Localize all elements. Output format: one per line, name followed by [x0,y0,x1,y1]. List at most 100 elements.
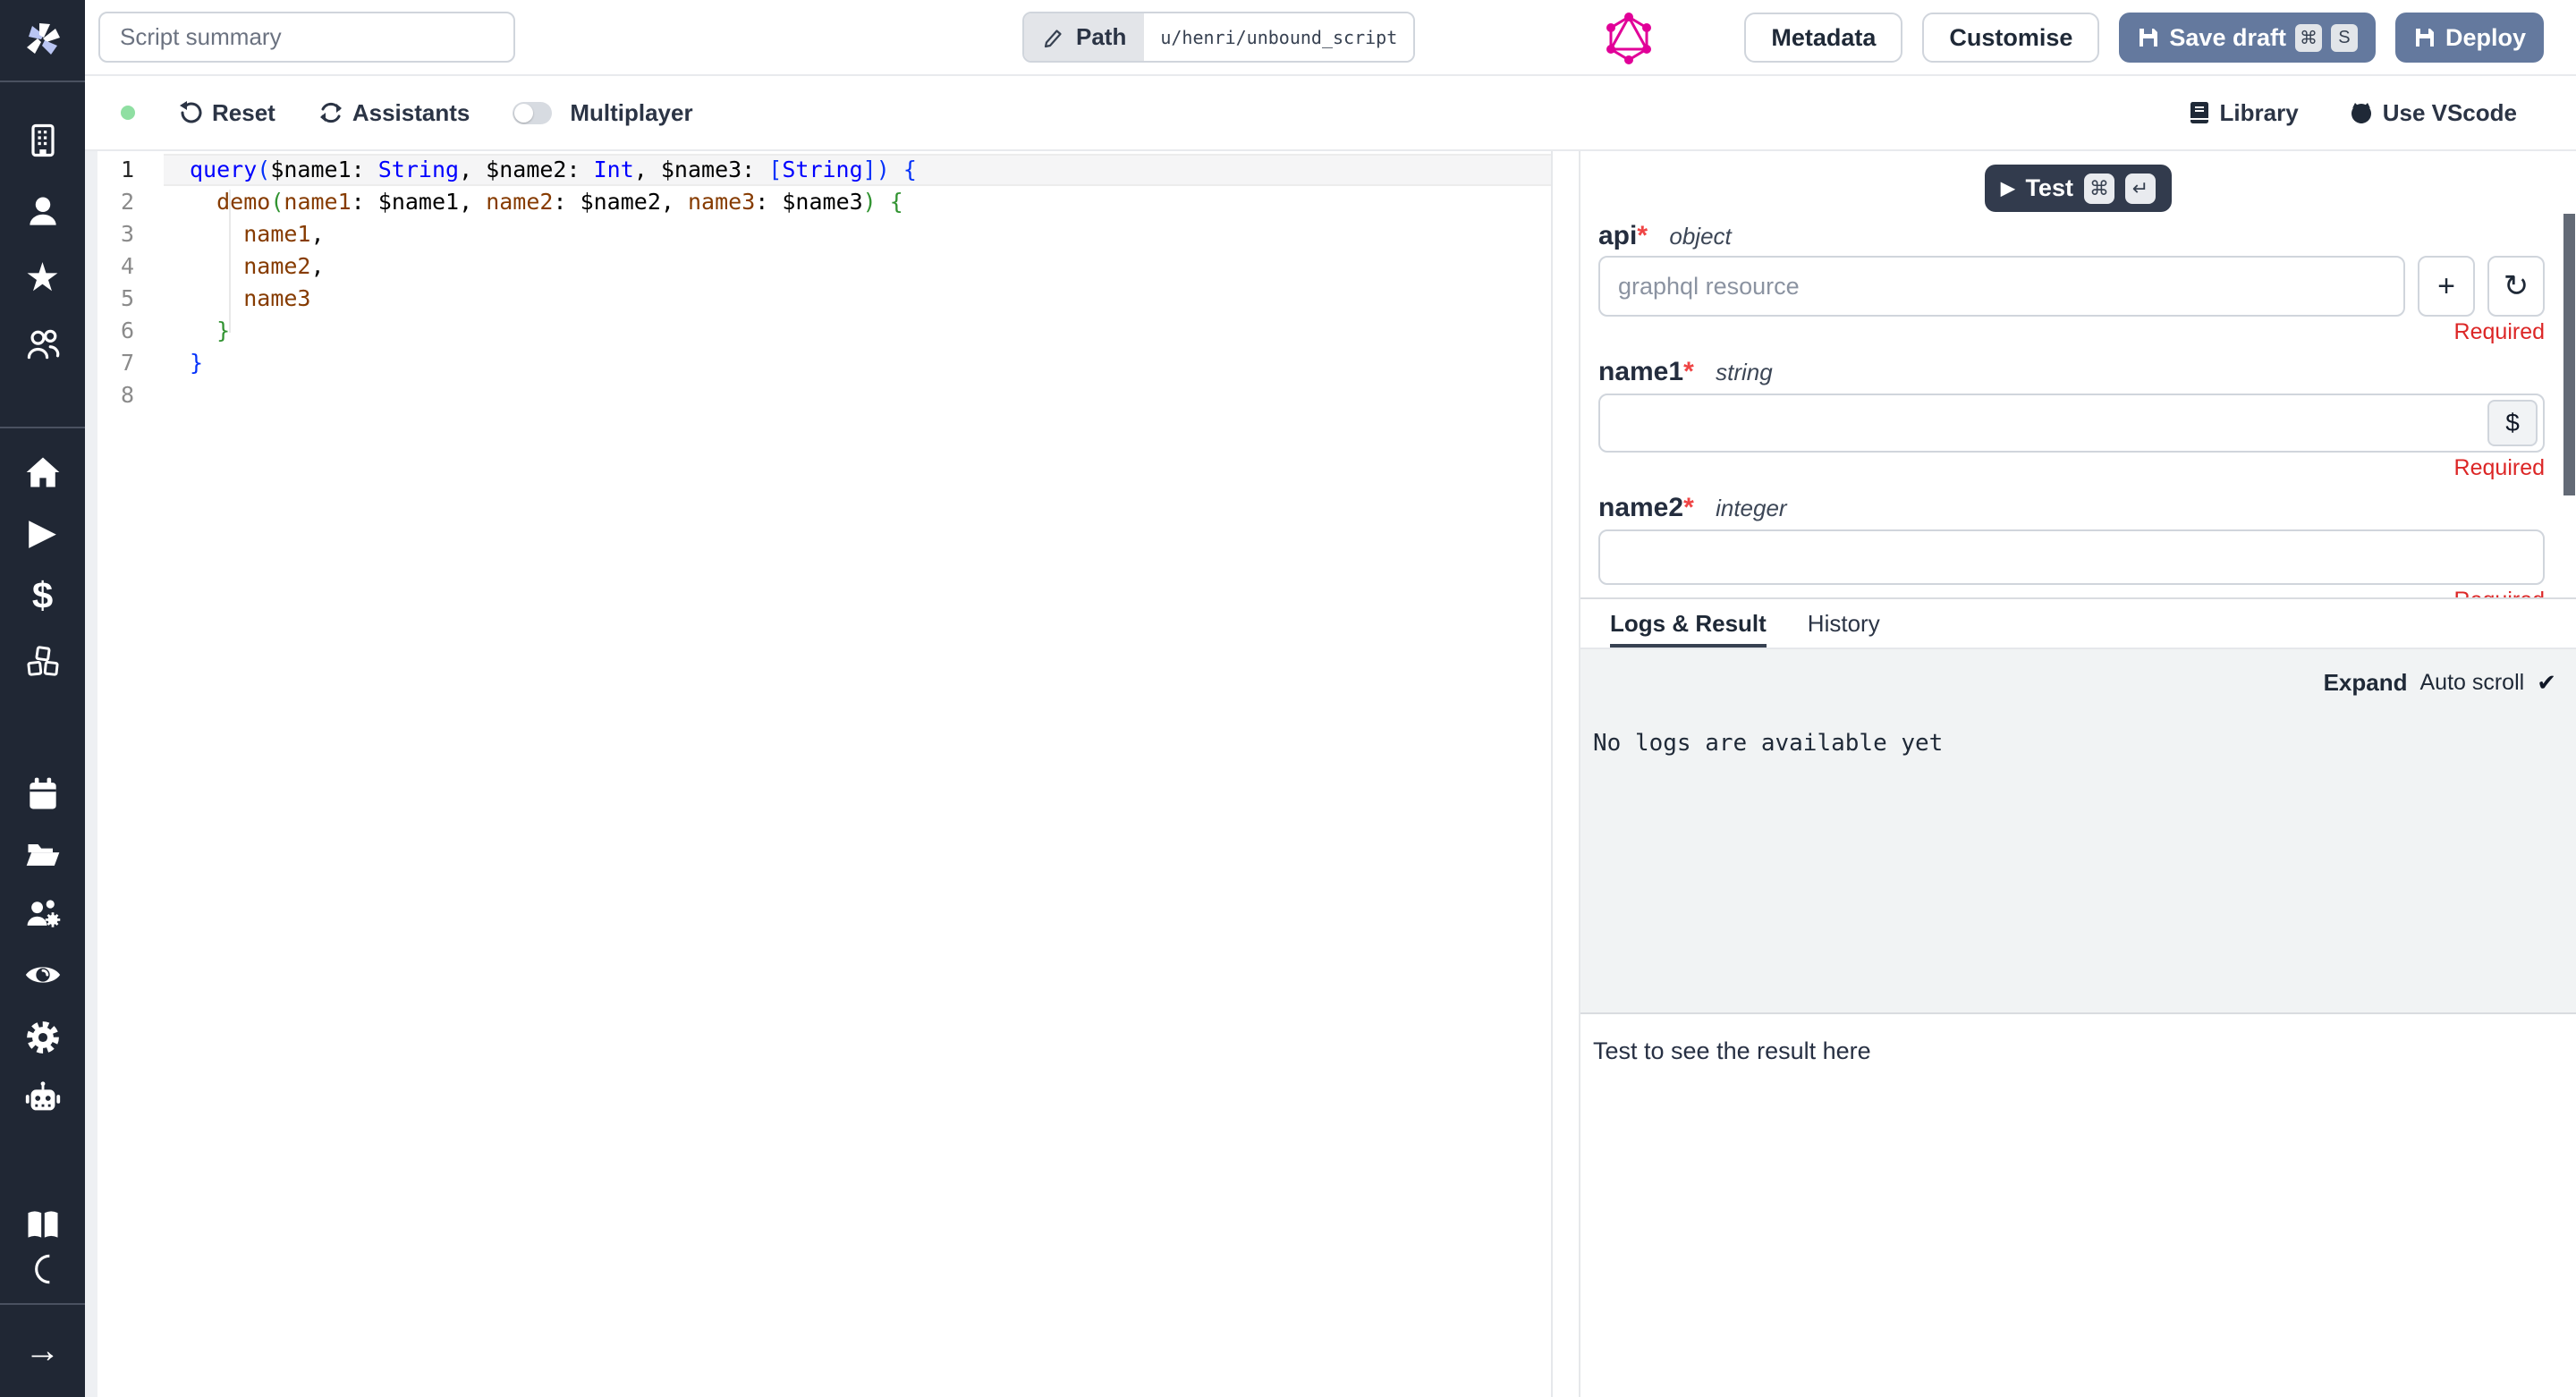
folder-icon [23,834,63,875]
add-resource-button[interactable]: + [2418,256,2475,317]
test-label: Test [2025,174,2073,202]
line-number: 5 [97,283,164,315]
form-scrollbar[interactable] [2563,214,2575,495]
indent-guide [229,190,231,333]
sidebar-item-resources[interactable] [0,641,85,682]
sidebar-divider [0,427,85,428]
sidebar-item-settings[interactable] [0,1017,85,1058]
code-line[interactable]: 3 name1, [97,218,1551,250]
sidebar-item-user[interactable] [0,191,85,233]
required-hint: Required [1598,320,2545,343]
required-asterisk: * [1683,357,1694,386]
required-asterisk: * [1637,222,1648,250]
line-number: 7 [97,347,164,379]
field-type: object [1669,223,1731,250]
required-hint: Required [1598,588,2545,597]
code-line[interactable]: 4 name2, [97,250,1551,283]
name1-input[interactable] [1598,394,2545,453]
user-icon [23,191,63,233]
auto-scroll-label: Auto scroll [2419,670,2524,696]
code-text: } [164,315,1551,347]
code-line[interactable]: 7} [97,347,1551,379]
script-summary-input[interactable] [98,12,515,63]
field-type: string [1716,359,1773,385]
auto-scroll-checkbox[interactable]: ✔ [2537,669,2556,697]
path-value[interactable]: u/henri/unbound_script [1144,13,1413,61]
calendar-icon [23,774,63,815]
expand-button[interactable]: Expand [2324,669,2408,697]
sidebar-item-audit-logs[interactable] [0,954,85,995]
metadata-label: Metadata [1771,24,1876,52]
robot-icon [22,1078,64,1119]
dollar-icon: $ [32,576,53,615]
code-editor[interactable]: 1query($name1: String, $name2: Int, $nam… [85,151,1553,1397]
cmd-key-badge: ⌘ [2295,24,2322,52]
insert-variable-button[interactable]: $ [2487,400,2538,446]
tab-label: Logs & Result [1610,610,1767,638]
code-line[interactable]: 8 [97,379,1551,411]
save-draft-button[interactable]: Save draft ⌘ S [2119,13,2376,63]
sidebar-item-dark-mode[interactable] [0,1249,85,1290]
dollar-icon: $ [2505,409,2520,437]
tab-logs-result[interactable]: Logs & Result [1610,599,1767,648]
sidebar-item-users[interactable] [0,324,85,365]
assistants-label: Assistants [352,99,470,127]
field-label-name1: name1* string [1598,358,2545,386]
reset-icon [178,100,203,125]
line-number: 1 [97,154,164,186]
line-number: 4 [97,250,164,283]
reset-button[interactable]: Reset [178,99,275,127]
test-button[interactable]: ▶ Test ⌘ ↵ [1985,165,2172,212]
line-number: 2 [97,186,164,218]
field-label-api: api* object [1598,222,2545,250]
play-icon: ▶ [2001,177,2014,199]
use-vscode-button[interactable]: Use VScode [2349,99,2517,127]
users-icon [23,324,63,365]
code-lines[interactable]: 1query($name1: String, $name2: Int, $nam… [97,154,1551,411]
line-number: 6 [97,315,164,347]
sidebar-item-groups[interactable] [0,893,85,935]
refresh-resource-button[interactable]: ↻ [2487,256,2545,317]
deploy-button[interactable]: Deploy [2395,13,2544,63]
multiplayer-toggle[interactable] [513,102,552,124]
tab-history[interactable]: History [1808,599,1880,648]
code-line[interactable]: 6 } [97,315,1551,347]
windmill-logo[interactable] [0,20,85,61]
code-text: } [164,347,1551,379]
result-hint: Test to see the result here [1593,1037,1871,1064]
sidebar-divider [0,1303,85,1305]
customise-button[interactable]: Customise [1922,13,2099,63]
connection-status-dot [121,106,135,120]
sidebar-item-runs[interactable]: ▶ [0,512,85,553]
multiplayer-label: Multiplayer [570,99,692,127]
code-line[interactable]: 2 demo(name1: $name1, name2: $name2, nam… [97,186,1551,218]
result-tabs: Logs & Result History [1580,597,2576,649]
library-button[interactable]: Library [2188,99,2299,127]
refresh-icon: ↻ [2504,268,2529,304]
sidebar-item-variables[interactable]: $ [0,575,85,616]
library-book-icon [2188,100,2211,125]
code-text: name3 [164,283,1551,315]
windmill-icon [21,19,64,62]
play-icon: ▶ [29,512,56,552]
graphql-logo [1606,13,1652,64]
sidebar-item-docs[interactable] [0,1204,85,1245]
code-line[interactable]: 1query($name1: String, $name2: Int, $nam… [97,154,1551,186]
assistants-button[interactable]: Assistants [318,99,470,127]
use-vscode-label: Use VScode [2383,99,2517,127]
code-line[interactable]: 5 name3 [97,283,1551,315]
sidebar-item-ai[interactable] [0,1078,85,1119]
cmd-key-badge: ⌘ [2084,174,2114,204]
sidebar-item-workspace[interactable] [0,120,85,161]
sidebar-item-home[interactable] [0,452,85,493]
sidebar-divider [0,80,85,82]
sidebar-expand-button[interactable]: → [0,1330,85,1371]
name2-input[interactable] [1598,529,2545,585]
sidebar-item-schedules[interactable] [0,774,85,815]
sidebar-item-folders[interactable] [0,834,85,875]
metadata-button[interactable]: Metadata [1744,13,1902,63]
customise-label: Customise [1949,24,2072,52]
edit-path-button[interactable]: Path [1024,13,1144,61]
sidebar-item-favorites[interactable]: ★ [0,258,85,299]
api-resource-input[interactable] [1598,256,2405,317]
